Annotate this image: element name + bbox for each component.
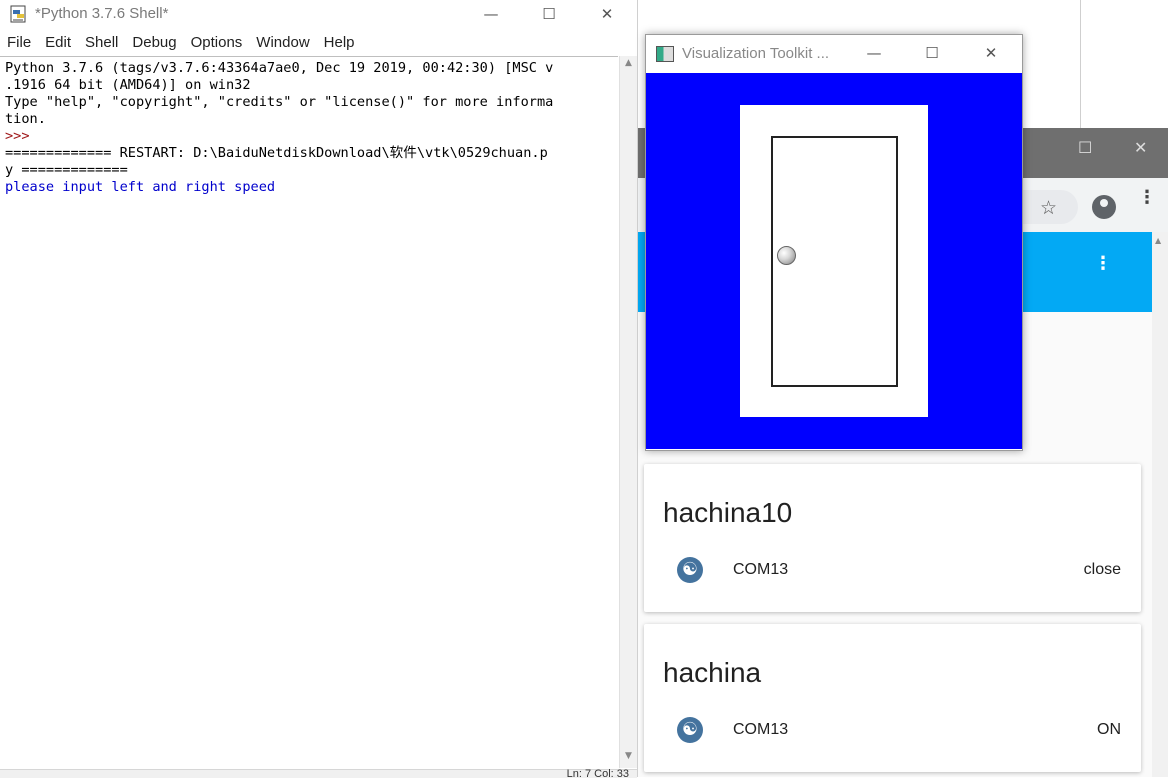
vtk-app-icon [656, 46, 674, 62]
card-state-toggle[interactable]: ON [1097, 721, 1121, 739]
output-line: Type "help", "copyright", "credits" or "… [5, 94, 554, 110]
app-menu-icon[interactable]: ⋮ [1094, 255, 1112, 273]
browser-maximize-button[interactable]: ☐ [1078, 138, 1092, 157]
output-line: y ============= [5, 162, 128, 178]
yin-yang-icon: ☯ [677, 557, 703, 583]
vtk-close-button[interactable]: ✕ [968, 39, 1014, 67]
output-line: .1916 64 bit (AMD64)] on win32 [5, 77, 251, 93]
yin-yang-icon: ☯ [677, 717, 703, 743]
cursor-position: Ln: 7 Col: 33 [566, 768, 629, 780]
scroll-down-arrow-icon[interactable]: ▼ [620, 751, 637, 766]
shell-scrollbar[interactable]: ▲ ▼ [619, 56, 637, 768]
door-model [771, 136, 898, 387]
card-port: COM13 [733, 721, 789, 738]
vtk-minimize-button[interactable]: — [851, 39, 897, 67]
browser-menu-icon[interactable]: ⋮ [1138, 189, 1156, 207]
page-scrollbar[interactable]: ▲ [1152, 232, 1168, 777]
menu-edit[interactable]: Edit [38, 32, 78, 54]
scroll-up-arrow-icon[interactable]: ▲ [620, 58, 637, 73]
menu-debug[interactable]: Debug [125, 32, 183, 54]
output-line: tion. [5, 111, 46, 127]
device-card-hachina10: hachina10 ☯ COM13 close [644, 464, 1141, 612]
menu-file[interactable]: File [0, 32, 38, 54]
shell-text-area[interactable]: Python 3.7.6 (tags/v3.7.6:43364a7ae0, De… [0, 56, 618, 769]
output-line: ============= RESTART: D:\BaiduNetdiskDo… [5, 145, 548, 161]
vtk-titlebar: Visualization Toolkit ... — ☐ ✕ [646, 35, 1022, 73]
background-window-edge [1080, 0, 1081, 128]
bookmark-star-icon[interactable]: ☆ [1040, 197, 1057, 219]
menu-options[interactable]: Options [184, 32, 250, 54]
output-line: Python 3.7.6 (tags/v3.7.6:43364a7ae0, De… [5, 60, 554, 76]
card-state-toggle[interactable]: close [1084, 561, 1121, 579]
shell-prompt: >>> [5, 128, 38, 144]
vtk-render-canvas[interactable] [646, 73, 1022, 449]
menu-window[interactable]: Window [249, 32, 316, 54]
menu-shell[interactable]: Shell [78, 32, 125, 54]
minimize-button[interactable]: — [468, 0, 514, 28]
window-title: *Python 3.7.6 Shell* [35, 5, 169, 22]
maximize-button[interactable]: ☐ [526, 0, 572, 28]
device-card-hachina: hachina ☯ COM13 ON [644, 624, 1141, 772]
vtk-maximize-button[interactable]: ☐ [909, 39, 955, 67]
shell-titlebar: *Python 3.7.6 Shell* — ☐ ✕ [0, 0, 637, 30]
browser-close-button[interactable]: ✕ [1134, 138, 1147, 157]
python-idle-icon [10, 5, 26, 23]
door-frame-panel [740, 105, 928, 417]
close-button[interactable]: ✕ [584, 0, 630, 28]
card-title: hachina [663, 657, 762, 688]
program-output-line: please input left and right speed [5, 179, 276, 195]
vtk-window-title: Visualization Toolkit ... [682, 45, 830, 62]
card-title: hachina10 [663, 497, 793, 528]
scroll-up-icon[interactable]: ▲ [1155, 236, 1161, 245]
card-port: COM13 [733, 561, 789, 578]
vtk-window: Visualization Toolkit ... — ☐ ✕ [645, 34, 1023, 451]
python-shell-window: *Python 3.7.6 Shell* — ☐ ✕ File Edit She… [0, 0, 638, 780]
door-knob [777, 246, 796, 265]
account-icon[interactable] [1092, 195, 1116, 219]
menu-bar: File Edit Shell Debug Options Window Hel… [0, 32, 637, 54]
menu-help[interactable]: Help [317, 32, 362, 54]
